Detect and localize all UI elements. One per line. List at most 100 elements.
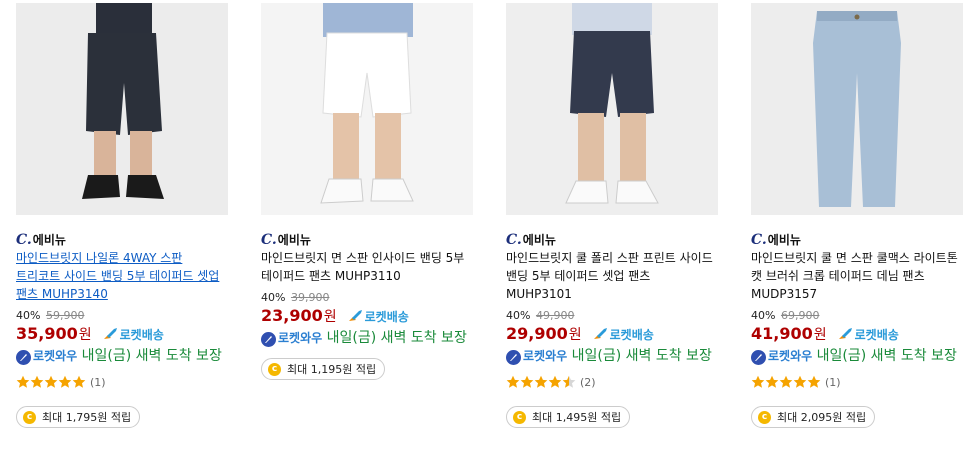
rocket-delivery-badge: 로켓배송: [102, 326, 164, 343]
product-image[interactable]: [261, 3, 473, 215]
star-icon: [793, 375, 807, 388]
discount-row: 40% 59,900: [16, 309, 234, 322]
brand-mark: C.: [16, 232, 32, 248]
rating: (1): [16, 374, 234, 390]
rocket-icon: [593, 328, 607, 339]
star-icon: [779, 375, 793, 388]
brand-logo[interactable]: C.에비뉴: [261, 231, 479, 248]
brand-mark: C.: [751, 232, 767, 248]
delivery-info: 로켓와우 내일(금) 새벽 도착 보장: [261, 329, 475, 348]
star-icon: [16, 375, 30, 388]
reward-text: 최대 1,795원 적립: [42, 411, 132, 424]
rocket-wow-label: 로켓와우: [33, 349, 78, 363]
rocket-delivery-badge: 로켓배송: [347, 308, 409, 325]
rocket-wow-icon: [751, 350, 766, 365]
rocket-wow-label: 로켓와우: [768, 349, 813, 363]
brand-name: 에비뉴: [277, 233, 311, 247]
reward-text: 최대 2,095원 적립: [777, 411, 867, 424]
rocket-delivery-badge: 로켓배송: [837, 326, 899, 343]
delivery-promise: 내일(금) 새벽 도착 보장: [326, 330, 467, 346]
brand-mark: C.: [506, 232, 522, 248]
rocket-wow-label: 로켓와우: [523, 349, 568, 363]
sale-price: 35,900원: [16, 324, 92, 343]
star-icon: [520, 375, 534, 388]
rocket-icon: [838, 328, 852, 339]
sale-price: 29,900원: [506, 324, 582, 343]
product-card[interactable]: C.에비뉴 마인드브릿지 나일론 4WAY 스판 트리코트 사이드 밴딩 5부 …: [16, 0, 234, 428]
product-image[interactable]: [506, 3, 718, 215]
delivery-info: 로켓와우 내일(금) 새벽 도착 보장: [751, 347, 965, 366]
discount-rate: 40%: [261, 291, 286, 304]
original-price: 49,900: [535, 309, 575, 322]
star-icon: [72, 375, 86, 388]
coin-icon: c: [23, 410, 36, 424]
product-title-link[interactable]: 마인드브릿지 나일론 4WAY 스판 트리코트 사이드 밴딩 5부 테이퍼드 셋…: [16, 249, 230, 303]
rating-count: (1): [90, 375, 106, 389]
delivery-info: 로켓와우 내일(금) 새벽 도착 보장: [16, 347, 230, 366]
rocket-icon: [348, 310, 362, 321]
discount-rate: 40%: [506, 309, 531, 322]
star-icon: [30, 375, 44, 388]
brand-name: 에비뉴: [32, 233, 66, 247]
product-image[interactable]: [16, 3, 228, 215]
original-price: 69,900: [780, 309, 820, 322]
discount-rate: 40%: [16, 309, 41, 322]
cashback-reward-badge: c 최대 1,195원 적립: [261, 358, 386, 380]
star-rating: [751, 375, 821, 389]
brand-name: 에비뉴: [767, 233, 801, 247]
original-price: 39,900: [290, 291, 330, 304]
rocket-wow-icon: [506, 350, 521, 365]
delivery-promise: 내일(금) 새벽 도착 보장: [81, 348, 222, 364]
discount-rate: 40%: [751, 309, 776, 322]
price-row: 41,900원 로켓배송: [751, 323, 969, 345]
star-icon: [534, 375, 548, 388]
rating-count: (2): [580, 375, 596, 389]
star-rating: [506, 375, 576, 389]
star-icon: [58, 375, 72, 388]
brand-logo[interactable]: C.에비뉴: [16, 231, 234, 248]
brand-logo[interactable]: C.에비뉴: [506, 231, 724, 248]
delivery-promise: 내일(금) 새벽 도착 보장: [816, 348, 957, 364]
reward-text: 최대 1,495원 적립: [532, 411, 622, 424]
cashback-reward-badge: c 최대 1,495원 적립: [506, 406, 631, 428]
original-price: 59,900: [45, 309, 85, 322]
cashback-reward-badge: c 최대 1,795원 적립: [16, 406, 141, 428]
discount-row: 40% 69,900: [751, 309, 969, 322]
rocket-wow-icon: [261, 332, 276, 347]
star-icon: [44, 375, 58, 388]
product-image[interactable]: [751, 3, 963, 215]
discount-row: 40% 39,900: [261, 291, 479, 304]
price-row: 23,900원 로켓배송: [261, 305, 479, 327]
price-row: 35,900원 로켓배송: [16, 323, 234, 345]
brand-name: 에비뉴: [522, 233, 556, 247]
product-title-link[interactable]: 마인드브릿지 면 스판 인사이드 밴딩 5부 테이퍼드 팬츠 MUHP3110: [261, 249, 475, 285]
star-icon: [506, 375, 520, 388]
brand-logo[interactable]: C.에비뉴: [751, 231, 969, 248]
coin-icon: c: [268, 362, 281, 376]
discount-row: 40% 49,900: [506, 309, 724, 322]
rating-count: (1): [825, 375, 841, 389]
product-title-link[interactable]: 마인드브릿지 쿨 폴리 스판 프린트 사이드 밴딩 5부 테이퍼드 셋업 팬츠 …: [506, 249, 720, 303]
coin-icon: c: [513, 410, 526, 424]
rocket-wow-icon: [16, 350, 31, 365]
product-title-link[interactable]: 마인드브릿지 쿨 면 스판 쿨맥스 라이트톤 캣 브러쉬 크롭 테이퍼드 데님 …: [751, 249, 965, 303]
product-card[interactable]: C.에비뉴 마인드브릿지 쿨 폴리 스판 프린트 사이드 밴딩 5부 테이퍼드 …: [506, 0, 724, 428]
rocket-wow-label: 로켓와우: [278, 331, 323, 345]
coin-icon: c: [758, 410, 771, 424]
half-star-icon: [562, 375, 576, 388]
delivery-info: 로켓와우 내일(금) 새벽 도착 보장: [506, 347, 720, 366]
rocket-icon: [103, 328, 117, 339]
rating: (2): [506, 374, 724, 390]
star-icon: [807, 375, 821, 388]
star-icon: [751, 375, 765, 388]
brand-mark: C.: [261, 232, 277, 248]
sale-price: 23,900원: [261, 306, 337, 325]
price-row: 29,900원 로켓배송: [506, 323, 724, 345]
product-card[interactable]: C.에비뉴 마인드브릿지 면 스판 인사이드 밴딩 5부 테이퍼드 팬츠 MUH…: [261, 0, 479, 380]
star-rating: [16, 375, 86, 389]
star-icon: [765, 375, 779, 388]
rating: (1): [751, 374, 969, 390]
star-icon: [548, 375, 562, 388]
product-card[interactable]: C.에비뉴 마인드브릿지 쿨 면 스판 쿨맥스 라이트톤 캣 브러쉬 크롭 테이…: [751, 0, 969, 428]
rocket-delivery-badge: 로켓배송: [592, 326, 654, 343]
